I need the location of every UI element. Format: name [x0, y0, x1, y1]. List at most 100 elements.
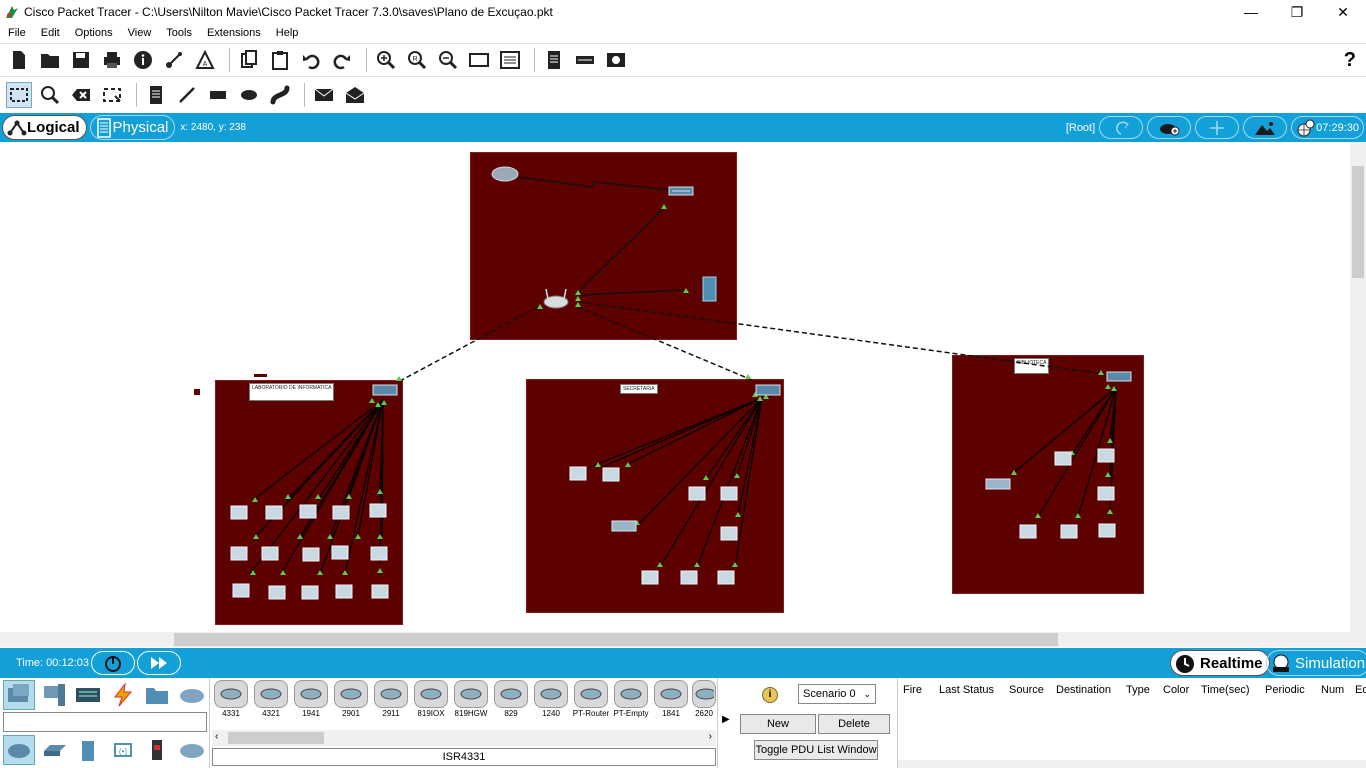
move-object-button[interactable] [1195, 116, 1240, 139]
pdu-table-scrollbar[interactable] [898, 760, 1366, 768]
menu-options[interactable]: Options [75, 27, 113, 39]
help-button[interactable]: ? [1344, 49, 1356, 72]
add-simple-pdu-tool[interactable] [311, 82, 337, 108]
subcategory-routers[interactable] [3, 735, 35, 765]
maximize-button[interactable]: ❐ [1274, 0, 1320, 24]
save-button[interactable] [68, 47, 94, 73]
col-type[interactable]: Type [1126, 684, 1150, 696]
device-search-input[interactable] [3, 712, 207, 732]
new-scenario-button[interactable]: New [740, 714, 816, 734]
col-num[interactable]: Num [1321, 684, 1344, 696]
cluster-back-button[interactable] [1099, 116, 1144, 139]
cloud-device[interactable] [491, 166, 519, 182]
scroll-right-icon[interactable]: › [709, 731, 712, 742]
realtime-tab[interactable]: Realtime [1170, 650, 1270, 676]
menu-tools[interactable]: Tools [166, 27, 192, 39]
minimize-button[interactable]: — [1228, 0, 1274, 24]
scenario-select[interactable]: Scenario 0 ⌄ [798, 684, 876, 704]
wireless-router[interactable] [543, 288, 569, 309]
zoom-in-button[interactable] [373, 47, 399, 73]
subcategory-security[interactable] [141, 735, 173, 765]
col-source[interactable]: Source [1009, 684, 1044, 696]
col-periodic[interactable]: Periodic [1265, 684, 1305, 696]
device-4331[interactable]: 4331 [212, 680, 250, 718]
toggle-pdu-list-button[interactable]: Toggle PDU List Window [754, 740, 878, 760]
fast-forward-button[interactable] [136, 651, 181, 675]
device-pt-empty[interactable]: PT-Empty [612, 680, 650, 718]
logical-tab[interactable]: Logical [2, 115, 87, 140]
col-edit[interactable]: Ed [1355, 684, 1366, 696]
paste-button[interactable] [267, 47, 293, 73]
logical-workspace[interactable]: LABORATORIO DE INFORMATICA SECRETARIA BI… [0, 142, 1366, 632]
draw-line-tool[interactable] [174, 82, 200, 108]
redo-button[interactable] [329, 47, 355, 73]
device-2901[interactable]: 2901 [332, 680, 370, 718]
copy-button[interactable] [236, 47, 262, 73]
col-time[interactable]: Time(sec) [1201, 684, 1249, 696]
freeform-tool[interactable] [267, 82, 293, 108]
device-2620[interactable]: 2620 [692, 680, 716, 718]
open-button[interactable] [37, 47, 63, 73]
vertical-scrollbar[interactable] [1350, 142, 1366, 632]
subcategory-switches[interactable] [38, 735, 70, 765]
device-819hgw[interactable]: 819HGW [452, 680, 490, 718]
draw-ellipse-tool[interactable] [236, 82, 262, 108]
device-4321[interactable]: 4321 [252, 680, 290, 718]
zoom-reset-button[interactable]: R [404, 47, 430, 73]
device-2911[interactable]: 2911 [372, 680, 410, 718]
server-device[interactable] [702, 276, 717, 302]
notes-button[interactable] [541, 47, 567, 73]
lab-switch[interactable] [372, 384, 398, 396]
new-cluster-button[interactable] [1147, 116, 1192, 139]
category-network-devices[interactable] [3, 680, 35, 710]
close-button[interactable]: ✕ [1320, 0, 1366, 24]
col-color[interactable]: Color [1163, 684, 1189, 696]
device-829[interactable]: 829 [492, 680, 530, 718]
root-breadcrumb[interactable]: [Root] [1066, 122, 1095, 134]
viewport-clock[interactable]: 07:29:30 [1291, 116, 1364, 139]
device-1841[interactable]: 1841 [652, 680, 690, 718]
menu-help[interactable]: Help [276, 27, 299, 39]
draw-rectangle-tool[interactable] [205, 82, 231, 108]
inspect-tool[interactable] [37, 82, 63, 108]
horizontal-scroll-thumb[interactable] [174, 633, 1058, 646]
power-cycle-button[interactable] [90, 651, 135, 675]
zoom-out-button[interactable] [435, 47, 461, 73]
biblioteca-printer[interactable] [985, 478, 1011, 490]
device-list-scroll-thumb[interactable] [228, 732, 324, 744]
vertical-scroll-thumb[interactable] [1352, 166, 1364, 278]
print-button[interactable] [99, 47, 125, 73]
col-destination[interactable]: Destination [1056, 684, 1111, 696]
add-complex-pdu-tool[interactable] [342, 82, 368, 108]
simulation-tab[interactable]: Simulation [1266, 650, 1366, 676]
screenshot-button[interactable] [603, 47, 629, 73]
subcategory-wan-emulation[interactable] [176, 735, 208, 765]
delete-tool[interactable] [68, 82, 94, 108]
menu-edit[interactable]: Edit [41, 27, 60, 39]
delete-scenario-button[interactable]: Delete [818, 714, 890, 734]
category-connections[interactable] [107, 680, 139, 710]
menu-file[interactable]: File [8, 27, 26, 39]
device-1941[interactable]: 1941 [292, 680, 330, 718]
horizontal-scrollbar[interactable] [0, 632, 1366, 647]
secretaria-switch[interactable] [755, 384, 781, 396]
menu-view[interactable]: View [128, 27, 152, 39]
device-819iox[interactable]: 819IOX [412, 680, 450, 718]
biblioteca-switch[interactable] [1106, 371, 1132, 382]
subcategory-wireless[interactable]: (•) [107, 735, 139, 765]
new-file-button[interactable] [6, 47, 32, 73]
custom-device-button[interactable] [497, 47, 523, 73]
pcs[interactable] [230, 448, 1116, 600]
core-switch[interactable] [668, 186, 694, 196]
device-1240[interactable]: 1240 [532, 680, 570, 718]
scroll-left-icon[interactable]: ‹ [215, 731, 218, 742]
place-note-tool[interactable] [143, 82, 169, 108]
col-fire[interactable]: Fire [903, 684, 922, 696]
collapse-arrow-icon[interactable]: ▶ [722, 714, 730, 725]
network-wizard-button[interactable] [161, 47, 187, 73]
device-template-button[interactable] [572, 47, 598, 73]
device-pt-router[interactable]: PT-Router [572, 680, 610, 718]
physical-tab[interactable]: Physical [89, 115, 176, 140]
category-components[interactable] [72, 680, 104, 710]
drawing-palette-button[interactable] [466, 47, 492, 73]
